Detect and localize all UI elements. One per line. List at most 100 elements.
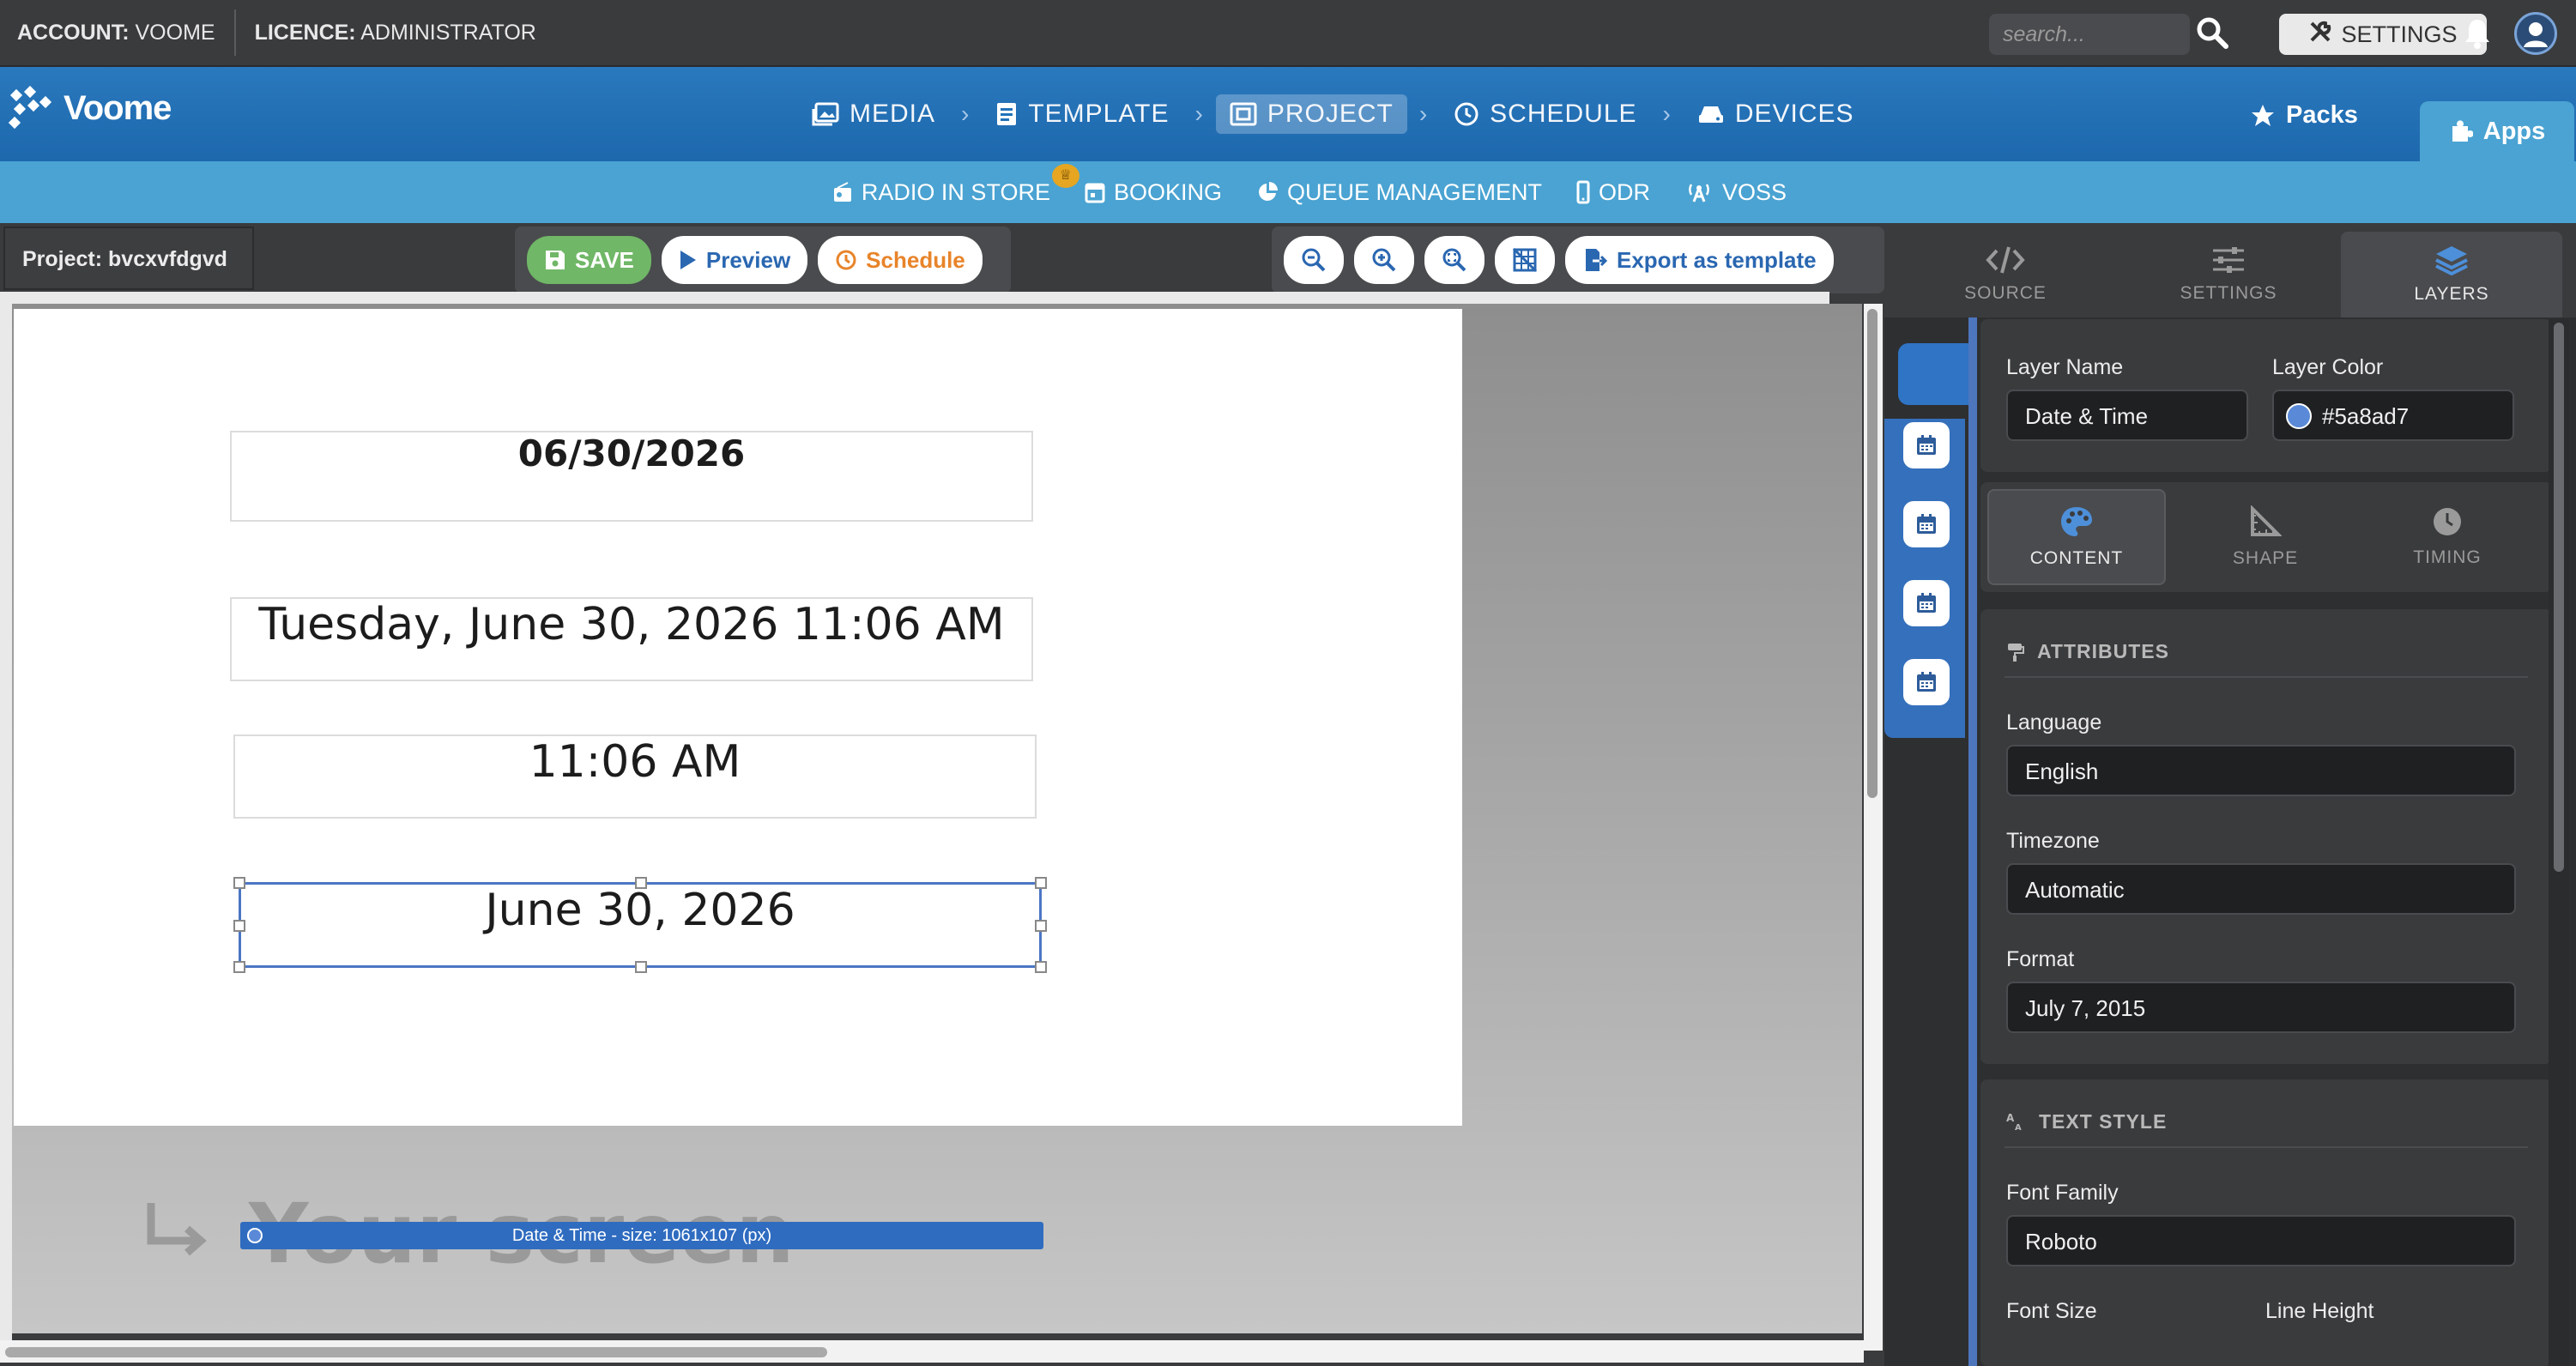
crown-icon: ♕ bbox=[1051, 163, 1079, 188]
resize-handle[interactable] bbox=[635, 961, 647, 973]
app-label: VOSS bbox=[1722, 178, 1787, 205]
layer-item[interactable] bbox=[1903, 501, 1950, 547]
app-radio-in-store[interactable]: RADIO IN STORE ♕ bbox=[832, 163, 1079, 206]
search-input[interactable]: search... bbox=[1989, 14, 2190, 55]
screen-canvas[interactable]: 06/30/2026 Tuesday, June 30, 2026 11:06 … bbox=[14, 309, 1462, 1126]
licence-info: LICENCE: ADMINISTRATOR bbox=[255, 21, 536, 45]
text-style-card: AA TEXT STYLE Font Family Roboto Font Si… bbox=[1980, 1079, 2552, 1366]
device-icon bbox=[1698, 106, 1723, 123]
tab-source[interactable]: SOURCE bbox=[1895, 232, 2116, 317]
date-time-widget[interactable]: 06/30/2026 bbox=[230, 431, 1033, 522]
resize-handle[interactable] bbox=[1035, 877, 1047, 889]
step-project[interactable]: PROJECT bbox=[1215, 94, 1407, 134]
format-select[interactable]: July 7, 2015 bbox=[2006, 982, 2516, 1033]
vertical-scrollbar[interactable] bbox=[1864, 304, 1883, 1351]
packs-label: Packs bbox=[2286, 101, 2358, 129]
image-icon bbox=[812, 102, 839, 126]
language-select[interactable]: English bbox=[2006, 745, 2516, 796]
step-schedule[interactable]: SCHEDULE bbox=[1440, 94, 1650, 134]
project-icon bbox=[1230, 102, 1257, 126]
tab-content[interactable]: CONTENT bbox=[1987, 489, 2166, 585]
layer-color-input[interactable]: #5a8ad7 bbox=[2272, 390, 2514, 441]
calendar-icon bbox=[1917, 593, 1936, 613]
tab-timing[interactable]: TIMING bbox=[2358, 489, 2537, 585]
tab-settings[interactable]: SETTINGS bbox=[2118, 232, 2339, 317]
app-queue-management[interactable]: QUEUE MANAGEMENT bbox=[1256, 179, 1542, 206]
text-style-header: AA TEXT STYLE bbox=[2006, 1110, 2167, 1133]
app-label: BOOKING bbox=[1113, 178, 1222, 205]
layer-color-value: #5a8ad7 bbox=[2322, 403, 2410, 429]
bell-icon[interactable] bbox=[2463, 17, 2492, 56]
app-voss[interactable]: VOSS bbox=[1684, 179, 1787, 206]
apps-bar: RADIO IN STORE ♕ BOOKING QUEUE MANAGEMEN… bbox=[0, 161, 2576, 223]
save-button[interactable]: SAVE bbox=[527, 236, 651, 284]
search-icon[interactable] bbox=[2195, 15, 2233, 53]
export-template-button[interactable]: Export as template bbox=[1565, 236, 1834, 284]
layer-item[interactable] bbox=[1903, 422, 1950, 468]
apps-tab[interactable]: Apps bbox=[2420, 101, 2574, 161]
workspace[interactable]: 06/30/2026 Tuesday, June 30, 2026 11:06 … bbox=[12, 304, 1862, 1333]
step-template[interactable]: TEMPLATE bbox=[982, 94, 1182, 134]
brand-logo[interactable]: Voome bbox=[9, 86, 172, 130]
grid-off-icon bbox=[1512, 247, 1538, 273]
grid-toggle-button[interactable] bbox=[1495, 236, 1555, 284]
layer-item[interactable] bbox=[1903, 580, 1950, 626]
divider bbox=[2005, 1146, 2528, 1148]
preview-button[interactable]: Preview bbox=[661, 236, 808, 284]
floppy-icon bbox=[546, 251, 565, 269]
layer-item[interactable] bbox=[1903, 659, 1950, 705]
app-booking[interactable]: BOOKING bbox=[1085, 179, 1222, 206]
resize-handle[interactable] bbox=[233, 877, 245, 889]
widget-text: Tuesday, June 30, 2026 11:06 AM bbox=[258, 599, 1005, 650]
date-time-widget[interactable]: 11:06 AM bbox=[233, 734, 1037, 819]
scrollbar-thumb[interactable] bbox=[1867, 309, 1878, 798]
zoom-in-button[interactable] bbox=[1354, 236, 1414, 284]
tab-label: SETTINGS bbox=[2180, 283, 2277, 303]
zoom-out-button[interactable] bbox=[1284, 236, 1344, 284]
avatar[interactable] bbox=[2514, 12, 2557, 55]
play-icon bbox=[680, 251, 696, 269]
layer-name-input[interactable]: Date & Time bbox=[2006, 390, 2248, 441]
step-media[interactable]: MEDIA bbox=[798, 94, 949, 134]
zoom-fit-button[interactable] bbox=[1424, 236, 1485, 284]
resize-handle[interactable] bbox=[1035, 920, 1047, 932]
zoom-out-icon bbox=[1302, 248, 1326, 272]
resize-handle[interactable] bbox=[233, 920, 245, 932]
panel-accent bbox=[1968, 317, 1977, 1366]
resize-handle[interactable] bbox=[233, 961, 245, 973]
step-label: DEVICES bbox=[1734, 100, 1854, 128]
timezone-select[interactable]: Automatic bbox=[2006, 863, 2516, 915]
horizontal-scrollbar[interactable] bbox=[0, 1340, 1864, 1363]
schedule-button[interactable]: Schedule bbox=[818, 236, 983, 284]
tab-shape[interactable]: SHAPE bbox=[2176, 489, 2355, 585]
star-icon bbox=[2252, 104, 2274, 126]
calendar-icon bbox=[1917, 514, 1936, 534]
step-label: TEMPLATE bbox=[1028, 100, 1170, 128]
clock-icon bbox=[2434, 508, 2461, 535]
settings-button[interactable]: SETTINGS bbox=[2279, 14, 2487, 55]
top-bar: ACCOUNT: VOOME LICENCE: ADMINISTRATOR se… bbox=[0, 0, 2576, 67]
layer-group-header[interactable] bbox=[1898, 343, 1968, 405]
panel-tabs: SOURCE SETTINGS LAYERS bbox=[1884, 223, 2576, 317]
app-odr[interactable]: ODR bbox=[1576, 179, 1650, 206]
tab-label: SOURCE bbox=[1964, 283, 2047, 303]
resize-handle[interactable] bbox=[1035, 961, 1047, 973]
calendar-icon bbox=[1917, 435, 1936, 455]
packs-tab[interactable]: Packs bbox=[2250, 101, 2358, 130]
step-devices[interactable]: DEVICES bbox=[1684, 94, 1868, 134]
app-label: QUEUE MANAGEMENT bbox=[1287, 178, 1543, 205]
text-style-title: TEXT STYLE bbox=[2039, 1110, 2168, 1133]
date-time-widget[interactable]: Tuesday, June 30, 2026 11:06 AM bbox=[230, 597, 1033, 681]
panel-scrollbar[interactable] bbox=[2549, 319, 2569, 1366]
account-value: VOOME bbox=[135, 20, 215, 45]
tab-layers[interactable]: LAYERS bbox=[2341, 232, 2562, 317]
resize-handle[interactable] bbox=[635, 877, 647, 889]
font-family-select[interactable]: Roboto bbox=[2006, 1215, 2516, 1266]
project-name: Project: bvcxvfdgvd bbox=[3, 227, 254, 290]
widget-text: 11:06 AM bbox=[529, 736, 741, 788]
scrollbar-thumb[interactable] bbox=[5, 1347, 827, 1357]
date-time-widget-selected[interactable]: June 30, 2026 bbox=[233, 877, 1047, 973]
selection-size-text: Date & Time - size: 1061x107 (px) bbox=[511, 1226, 772, 1245]
preview-label: Preview bbox=[705, 246, 791, 273]
scrollbar-thumb[interactable] bbox=[2554, 323, 2564, 872]
